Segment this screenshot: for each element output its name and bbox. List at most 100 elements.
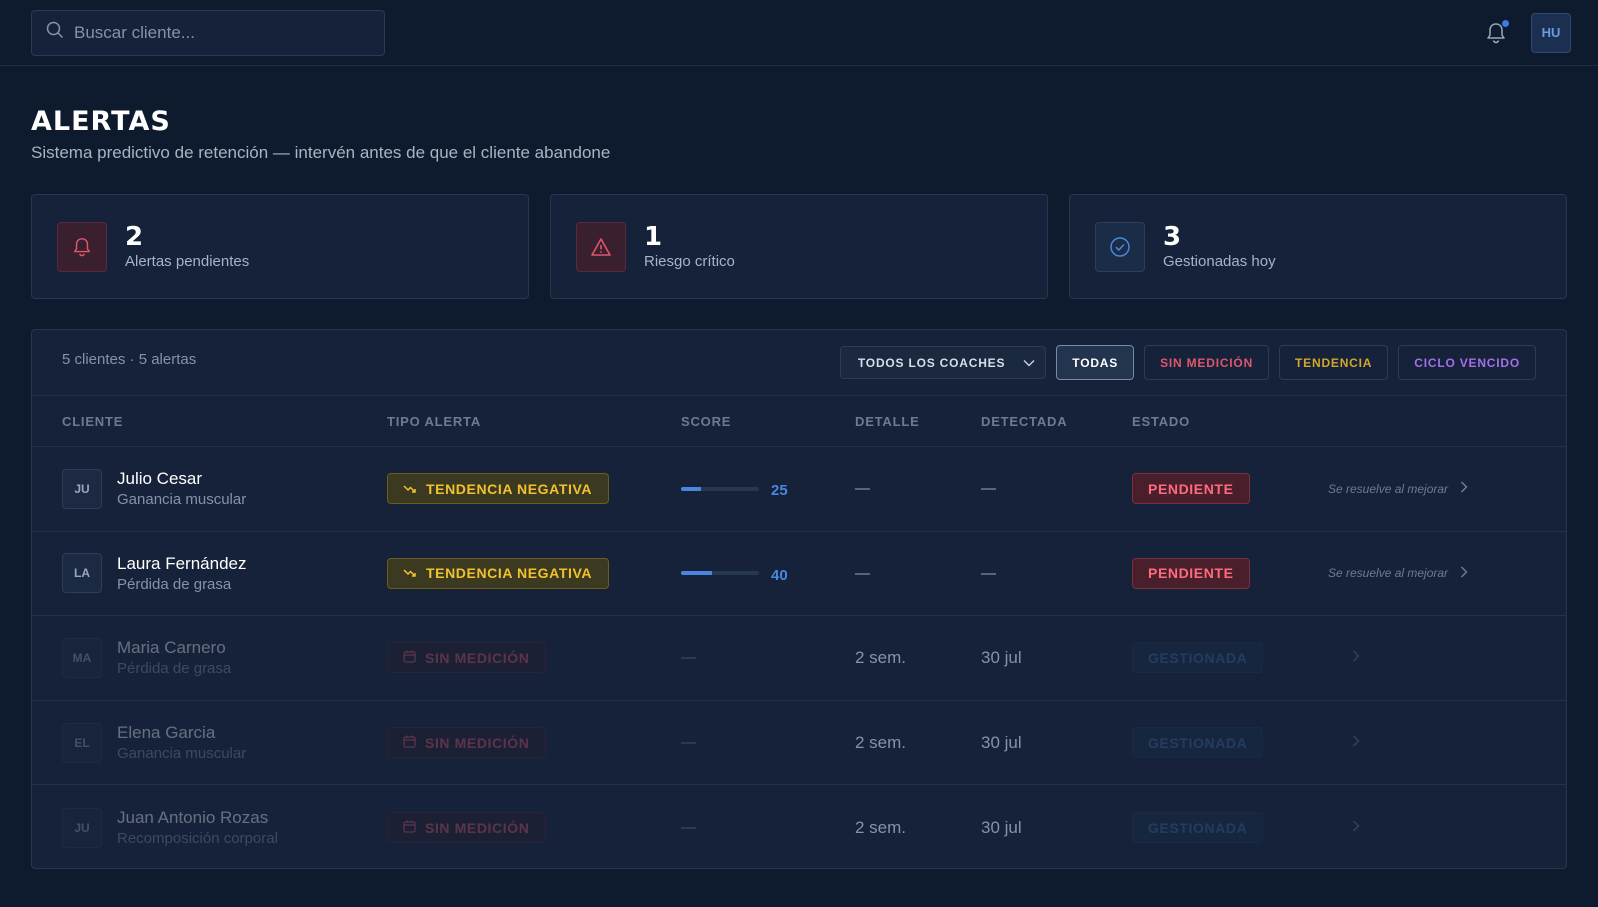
check-circle-icon (1095, 221, 1145, 272)
client-goal: Recomposición corporal (117, 830, 278, 848)
score-value: — (681, 734, 696, 752)
score-bar (681, 486, 759, 491)
column-header: DETECTADA (981, 413, 1068, 429)
column-header: CLIENTE (62, 413, 124, 429)
notification-dot (1502, 19, 1509, 27)
chevron-down-icon (1023, 356, 1035, 370)
status-badge: GESTIONADA (1132, 642, 1264, 674)
client-name: Laura Fernández (117, 553, 247, 573)
alert-type-label: SIN MEDICIÓN (425, 819, 530, 836)
alert-type-label: TENDENCIA NEGATIVA (426, 565, 593, 582)
action-note: Se resuelve al mejorar (1328, 481, 1449, 496)
result-count: 5 clientes · 5 alertas (62, 351, 197, 368)
bell-icon (57, 221, 107, 272)
client-goal: Ganancia muscular (117, 491, 247, 509)
table-row[interactable]: LA Laura Fernández Pérdida de grasa TEND… (32, 532, 1566, 617)
score-bar-fill (681, 486, 701, 491)
alert-type-label: TENDENCIA NEGATIVA (426, 480, 593, 497)
chevron-right-icon (1460, 566, 1468, 581)
filter-bar: TODOS LOS COACHES TODAS SIN MEDICIÓN TEN… (839, 345, 1536, 380)
detail-value: — (855, 480, 870, 498)
filter-trend[interactable]: TENDENCIA (1279, 345, 1389, 380)
column-header: ESTADO (1132, 413, 1191, 429)
column-header: DETALLE (855, 413, 920, 429)
column-header: SCORE (681, 413, 732, 429)
action-note: Se resuelve al mejorar (1328, 566, 1449, 581)
stat-value: 2 (125, 222, 144, 252)
notifications-button[interactable] (1485, 19, 1509, 45)
filter-all[interactable]: TODAS (1056, 345, 1135, 380)
trend-down-icon (403, 481, 417, 497)
stat-label: Gestionadas hoy (1163, 253, 1276, 270)
row-action[interactable]: Se resuelve al mejorar (1328, 481, 1498, 496)
status-badge: PENDIENTE (1132, 557, 1250, 589)
alerts-panel: 5 clientes · 5 alertas TODOS LOS COACHES… (31, 329, 1567, 869)
status-badge: PENDIENTE (1132, 473, 1250, 505)
alert-type-badge: TENDENCIA NEGATIVA (387, 557, 610, 589)
chevron-right-icon (1460, 481, 1468, 496)
client-name: Julio Cesar (117, 469, 203, 489)
avatar: JU (62, 807, 102, 848)
top-bar: HU (0, 0, 1598, 66)
table-row[interactable]: MA Maria Carnero Pérdida de grasa SIN ME… (32, 616, 1566, 701)
filter-no-measurement[interactable]: SIN MEDICIÓN (1144, 345, 1270, 380)
filter-cycle-expired[interactable]: CICLO VENCIDO (1398, 345, 1536, 380)
warning-icon (576, 221, 626, 272)
calendar-icon (403, 820, 416, 836)
page-title: ALERTAS (31, 106, 171, 137)
search-icon (46, 21, 64, 44)
score-value: 25 (771, 482, 788, 500)
client-goal: Pérdida de grasa (117, 660, 232, 678)
chevron-right-icon (1352, 820, 1360, 835)
row-action[interactable] (1328, 820, 1498, 835)
score-value: — (681, 649, 696, 667)
detected-value: 30 jul (981, 817, 1022, 837)
alert-type-badge: SIN MEDICIÓN (387, 727, 547, 759)
row-action[interactable] (1328, 735, 1498, 750)
user-avatar[interactable]: HU (1531, 12, 1571, 53)
stat-card-critical: 1 Riesgo crítico (550, 194, 1048, 299)
status-badge: GESTIONADA (1132, 727, 1264, 759)
client-name: Maria Carnero (117, 638, 226, 658)
score-bar-fill (681, 571, 713, 576)
coach-select-value: TODOS LOS COACHES (857, 355, 1006, 370)
detected-value: — (981, 480, 996, 498)
row-action[interactable] (1328, 650, 1498, 665)
client-name: Elena Garcia (117, 723, 216, 743)
stat-value: 1 (644, 222, 663, 252)
table-row[interactable]: EL Elena Garcia Ganancia muscular SIN ME… (32, 701, 1566, 786)
score-value: 40 (771, 566, 788, 584)
page-subtitle: Sistema predictivo de retención — interv… (31, 143, 611, 162)
stat-card-handled: 3 Gestionadas hoy (1069, 194, 1567, 299)
alert-type-badge: SIN MEDICIÓN (387, 812, 547, 844)
panel-toolbar: 5 clientes · 5 alertas TODOS LOS COACHES… (32, 330, 1566, 396)
row-action[interactable]: Se resuelve al mejorar (1328, 566, 1498, 581)
trend-down-icon (403, 565, 417, 581)
stats-row: 2 Alertas pendientes 1 Riesgo crítico 3 … (31, 194, 1567, 299)
detail-value: 2 sem. (855, 647, 907, 667)
avatar: MA (62, 637, 102, 678)
client-goal: Ganancia muscular (117, 745, 247, 763)
calendar-icon (403, 735, 416, 751)
table-row[interactable]: JU Julio Cesar Ganancia muscular TENDENC… (32, 447, 1566, 532)
stat-card-pending: 2 Alertas pendientes (31, 194, 529, 299)
column-header: TIPO ALERTA (387, 413, 482, 429)
stat-label: Alertas pendientes (125, 253, 250, 270)
coach-select[interactable]: TODOS LOS COACHES (839, 346, 1047, 379)
detected-value: — (981, 564, 996, 582)
avatar: JU (62, 468, 102, 509)
calendar-icon (403, 650, 416, 666)
alert-type-badge: TENDENCIA NEGATIVA (387, 473, 610, 505)
detail-value: 2 sem. (855, 732, 907, 752)
alert-type-label: SIN MEDICIÓN (425, 649, 530, 666)
stat-value: 3 (1163, 222, 1182, 252)
search-box[interactable] (31, 9, 385, 56)
detected-value: 30 jul (981, 647, 1022, 667)
table-row[interactable]: JU Juan Antonio Rozas Recomposición corp… (32, 785, 1566, 868)
client-name: Juan Antonio Rozas (117, 808, 269, 828)
avatar: EL (62, 722, 102, 763)
search-input[interactable] (74, 22, 364, 43)
detail-value: 2 sem. (855, 817, 907, 837)
bell-icon (1485, 22, 1507, 49)
chevron-right-icon (1352, 735, 1360, 750)
